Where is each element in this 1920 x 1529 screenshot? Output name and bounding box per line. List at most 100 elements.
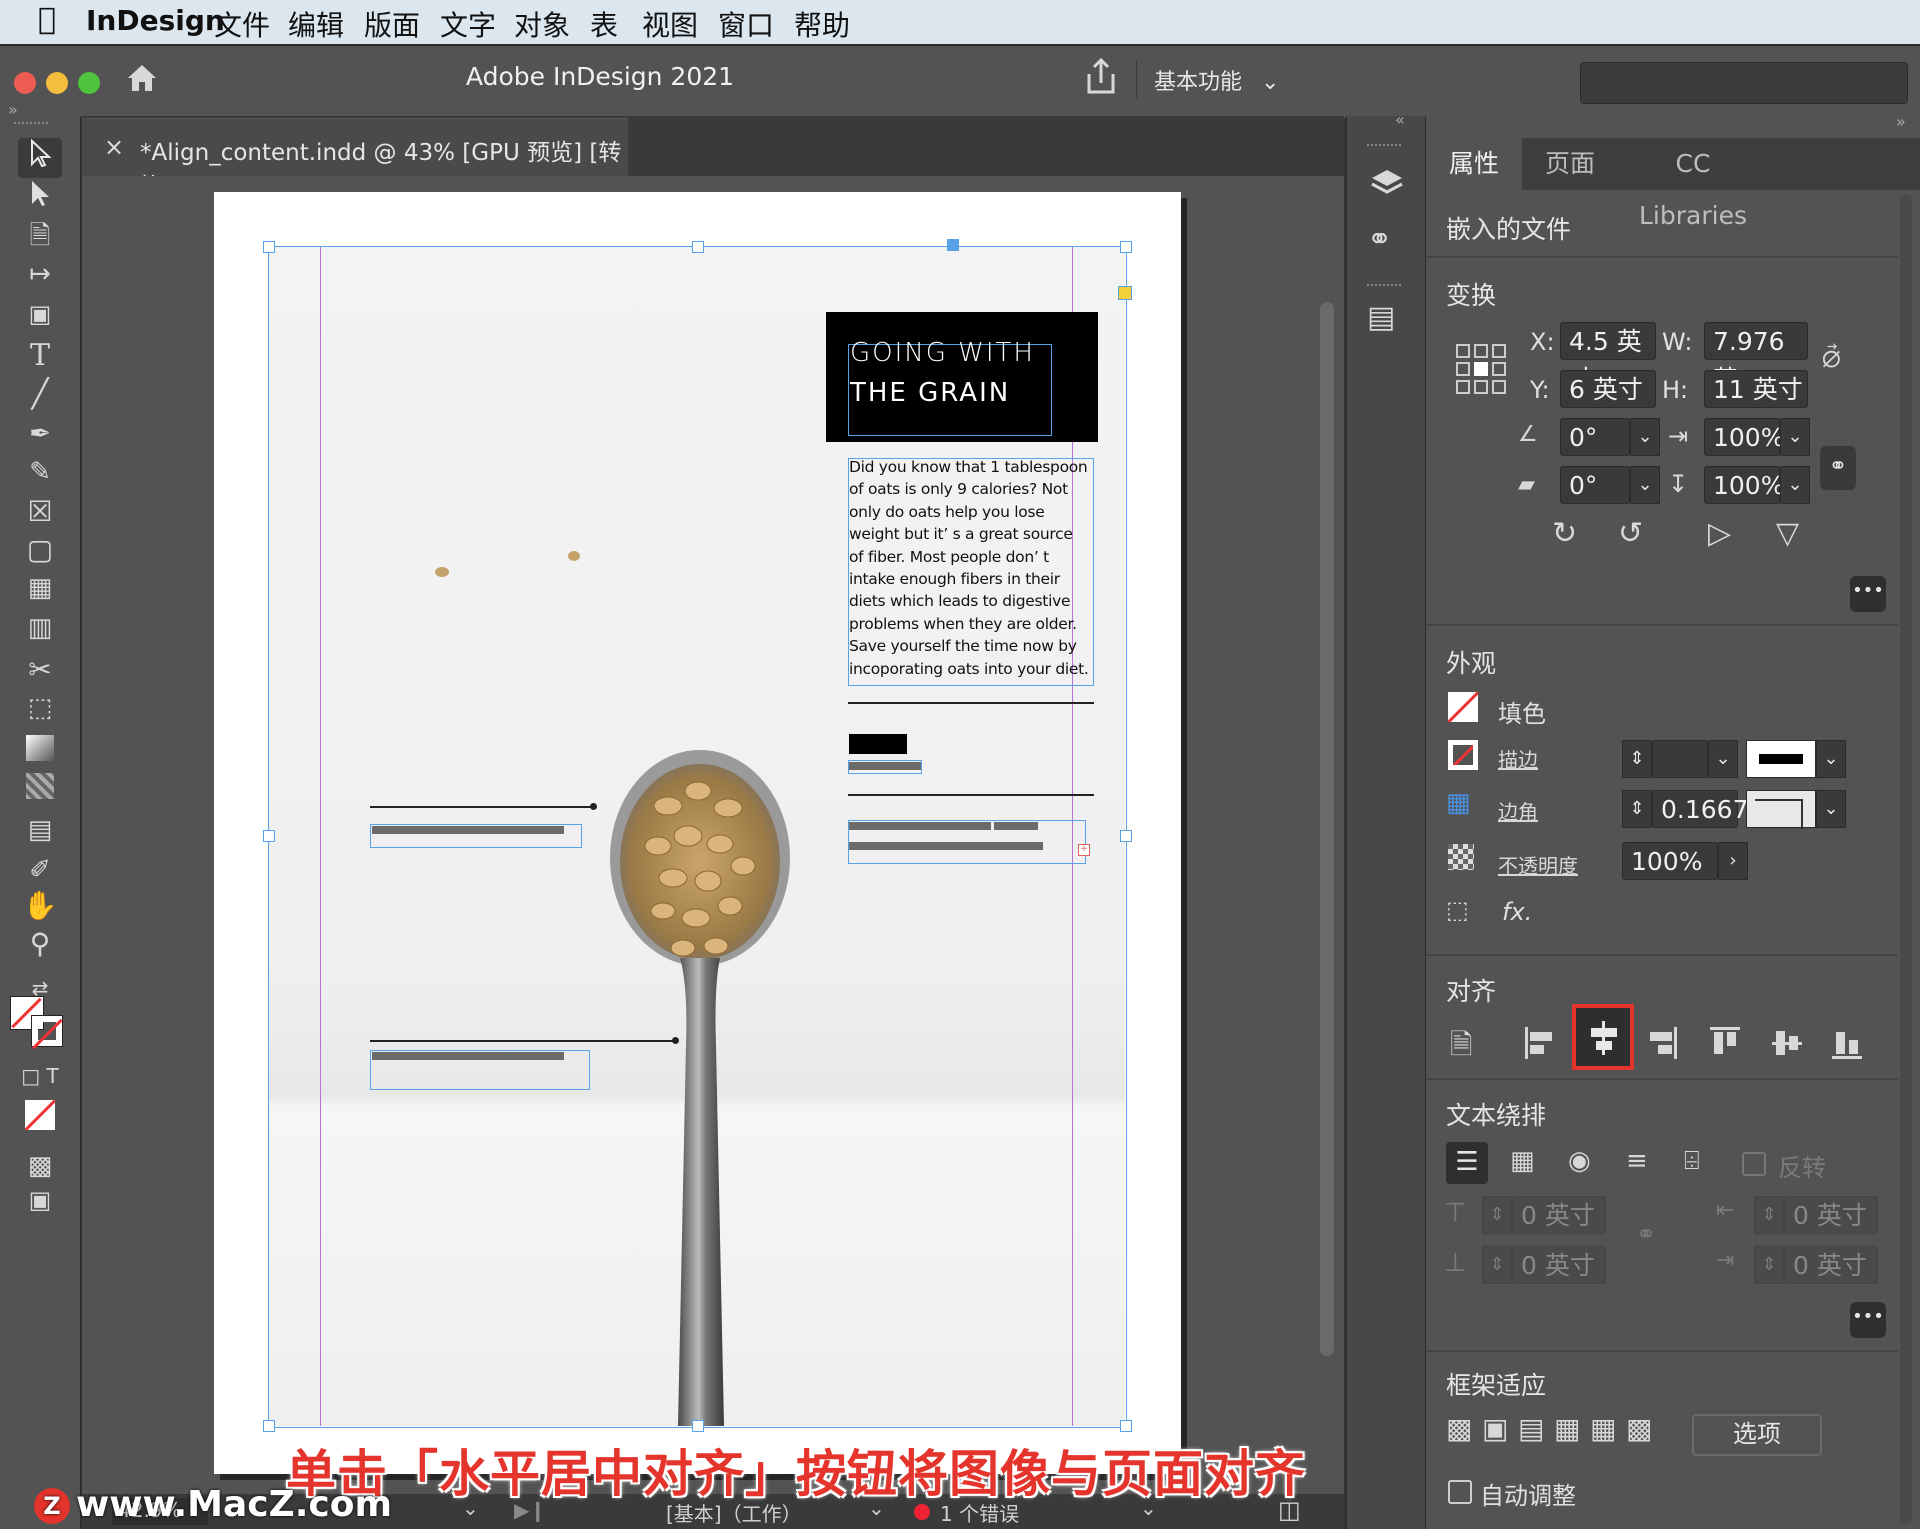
link-offsets-icon[interactable]: ⚭ (1636, 1220, 1656, 1248)
selection-bounding-box[interactable] (268, 246, 1127, 1428)
wrap-object-shape-icon[interactable]: ◉ (1568, 1146, 1591, 1176)
rectangle-tool-icon[interactable]: ▢ (18, 530, 62, 570)
tab-pages[interactable]: 页面 (1522, 138, 1618, 190)
align-bottom-edges-icon[interactable] (1830, 1024, 1864, 1062)
fit-content-proportionally-icon[interactable]: ▣ (1482, 1412, 1508, 1445)
align-top-edges-icon[interactable] (1708, 1024, 1742, 1062)
menu-layout[interactable]: 版面 (364, 4, 420, 44)
y-position-field[interactable]: 6 英寸 (1560, 370, 1656, 408)
invert-checkbox[interactable] (1742, 1152, 1766, 1176)
share-icon[interactable] (1084, 56, 1118, 96)
formatting-container-icon[interactable]: □ T (18, 1056, 62, 1096)
options-button[interactable]: 选项 (1692, 1414, 1822, 1456)
rotate-clockwise-icon[interactable]: ↻ (1552, 516, 1577, 551)
center-content-icon[interactable]: ▦ (1590, 1412, 1616, 1445)
content-aware-fit-icon[interactable]: ▩ (1626, 1412, 1652, 1445)
layers-icon[interactable] (1369, 166, 1405, 202)
grid-tool-icon[interactable]: ▥ (18, 608, 62, 648)
resize-handle-bottom-right[interactable] (1120, 1420, 1132, 1432)
free-transform-tool-icon[interactable]: ⬚ (18, 688, 62, 728)
stroke-label[interactable]: 描边 (1498, 744, 1538, 773)
home-icon[interactable] (124, 60, 160, 96)
width-field[interactable]: 7.976 英 (1704, 322, 1808, 394)
zoom-tool-icon[interactable]: ⚲ (18, 924, 62, 964)
links-icon[interactable]: ⚭ (1367, 222, 1392, 257)
fill-frame-proportionally-icon[interactable]: ▩ (1446, 1412, 1472, 1445)
gradient-swatch-tool-icon[interactable] (18, 728, 62, 768)
menu-window[interactable]: 窗口 (718, 4, 774, 44)
rotation-field[interactable]: 0° (1560, 418, 1630, 456)
eyedropper-tool-icon[interactable]: ✐ (18, 850, 62, 890)
shear-field[interactable]: 0° (1560, 466, 1630, 504)
wrap-bounding-box-icon[interactable]: ▦ (1510, 1146, 1535, 1176)
content-collector-icon[interactable]: ▣ (18, 294, 62, 334)
auto-fit-checkbox[interactable] (1448, 1480, 1472, 1504)
document-tab[interactable]: × *Align_content.indd @ 43% [GPU 预览] [转换… (82, 118, 628, 200)
menu-table[interactable]: 表 (590, 4, 618, 44)
gap-tool-icon[interactable]: ↦ (18, 254, 62, 294)
search-field[interactable] (1580, 62, 1908, 104)
menu-type[interactable]: 文字 (440, 4, 496, 44)
resize-handle-top-center[interactable] (692, 241, 704, 253)
resize-handle-middle-right[interactable] (1120, 830, 1132, 842)
rotate-counterclockwise-icon[interactable]: ↺ (1618, 516, 1643, 551)
align-right-edges-icon[interactable] (1646, 1024, 1680, 1062)
corner-label[interactable]: 边角 (1498, 796, 1538, 825)
resize-handle-top-left[interactable] (263, 241, 275, 253)
opacity-field[interactable]: 100% (1622, 842, 1718, 880)
scale-x-field[interactable]: 100% (1704, 418, 1784, 456)
pen-tool-icon[interactable]: ✒ (18, 414, 62, 454)
panel-collapse-icon[interactable]: » (8, 100, 18, 119)
canvas-scrollbar[interactable] (1312, 176, 1344, 1529)
app-menu[interactable]: InDesign (86, 4, 225, 37)
stroke-type-dropdown[interactable]: ⌄ (1816, 740, 1846, 778)
text-wrap-panel-icon[interactable]: ▤ (1367, 300, 1395, 335)
scale-x-dropdown[interactable]: ⌄ (1780, 418, 1810, 456)
direct-selection-tool-icon[interactable] (18, 178, 62, 218)
line-tool-icon[interactable]: ╱ (18, 374, 62, 414)
top-offset-field[interactable]: 0 英寸 (1512, 1196, 1606, 1234)
align-vertical-centers-icon[interactable] (1770, 1024, 1804, 1062)
fit-content-to-frame-icon[interactable]: ▦ (1554, 1412, 1580, 1445)
minimize-window-button[interactable] (46, 72, 68, 94)
menu-edit[interactable]: 编辑 (288, 4, 344, 44)
no-text-wrap-button[interactable]: ☰ (1446, 1142, 1488, 1184)
menu-help[interactable]: 帮助 (794, 4, 850, 44)
close-tab-icon[interactable]: × (104, 133, 124, 161)
hand-tool-icon[interactable]: ✋ (18, 886, 62, 926)
jump-to-next-column-icon[interactable]: ⌹ (1684, 1146, 1700, 1177)
gradient-feather-tool-icon[interactable] (18, 766, 62, 806)
rectangle-frame-tool-icon[interactable]: ☒ (18, 492, 62, 532)
corner-size-stepper[interactable]: ⇕ (1622, 790, 1652, 828)
flip-vertical-icon[interactable]: ▽ (1776, 516, 1799, 551)
fit-frame-to-content-icon[interactable]: ▤ (1518, 1412, 1544, 1445)
panel-grip[interactable] (1367, 144, 1401, 146)
more-options-icon[interactable]: ••• (1850, 1302, 1886, 1338)
corner-options-icon[interactable]: ▦ (1446, 788, 1471, 818)
fill-swatch-icon[interactable] (1448, 692, 1478, 722)
align-to-selection-icon[interactable]: 🗎 (1450, 1024, 1473, 1072)
note-tool-icon[interactable]: ▤ (18, 810, 62, 850)
left-offset-field[interactable]: 0 英寸 (1784, 1196, 1878, 1234)
workspace-switcher[interactable]: 基本功能 ⌄ (1154, 64, 1279, 96)
resize-handle-bottom-left[interactable] (263, 1420, 275, 1432)
right-offset-field[interactable]: 0 英寸 (1784, 1246, 1878, 1284)
unlink-proportions-icon[interactable]: ⦳ (1822, 344, 1841, 375)
jump-object-icon[interactable]: ≡ (1626, 1146, 1648, 1176)
apply-none-icon[interactable] (18, 1096, 62, 1136)
opacity-label[interactable]: 不透明度 (1498, 850, 1578, 879)
top-offset-stepper[interactable]: ⇕ (1482, 1196, 1512, 1234)
corner-shape-preview[interactable] (1746, 790, 1816, 829)
collapse-panel-icon[interactable]: » (1896, 112, 1906, 131)
corner-size-field[interactable]: 0.1667 (1652, 790, 1748, 828)
scale-y-field[interactable]: 100% (1704, 466, 1784, 504)
fill-stroke-swatch[interactable] (10, 996, 70, 1052)
rotation-dropdown[interactable]: ⌄ (1630, 418, 1660, 456)
tab-cc-libraries[interactable]: CC Libraries (1618, 138, 1768, 230)
zoom-window-button[interactable] (78, 72, 100, 94)
stroke-weight-field[interactable] (1652, 740, 1708, 778)
scissors-tool-icon[interactable]: ✂ (18, 650, 62, 690)
align-left-edges-icon[interactable] (1522, 1024, 1556, 1062)
table-tool-icon[interactable]: ▦ (18, 568, 62, 608)
stroke-swatch-icon[interactable] (1448, 740, 1478, 770)
